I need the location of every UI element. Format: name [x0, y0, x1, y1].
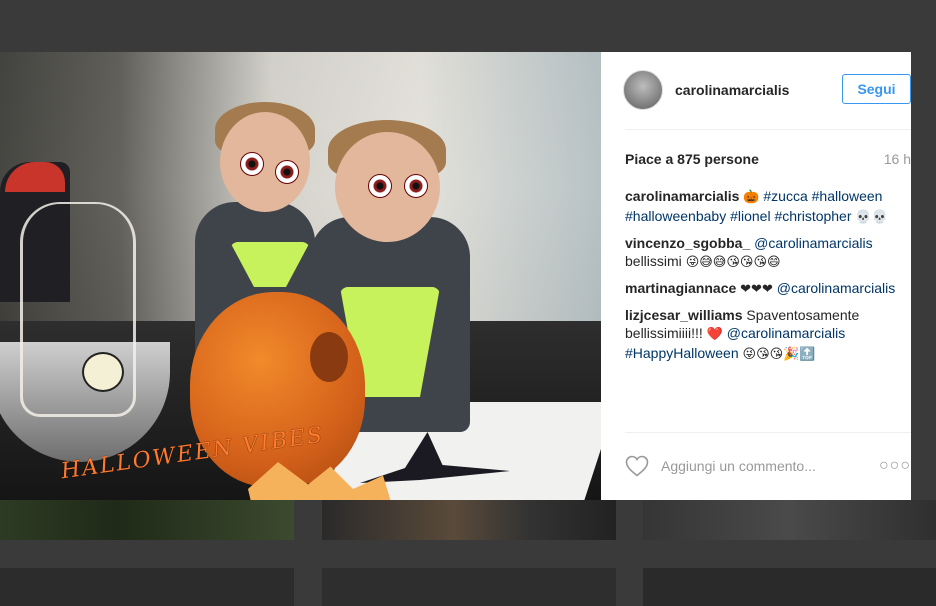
post-header: carolinamarcialis Segui: [623, 68, 911, 112]
comment-text: bellissimi: [625, 253, 682, 269]
photo-eye-sticker: [368, 174, 392, 198]
comment-link[interactable]: @carolinamarcialis: [777, 280, 895, 296]
grid-thumbnail[interactable]: [322, 500, 616, 540]
divider: [625, 432, 911, 433]
comment-emoji: 😜😘😘🎉🔝: [742, 347, 816, 362]
comment-item: vincenzo_sgobba_ @carolinamarcialis bell…: [625, 234, 911, 272]
comment-link[interactable]: #HappyHalloween: [625, 345, 739, 361]
grid-thumbnail[interactable]: [643, 568, 936, 606]
comments-list: carolinamarcialis 🎃 #zucca #halloween #h…: [625, 187, 911, 371]
grid-thumbnail[interactable]: [322, 568, 616, 606]
photo-face-left: [220, 112, 310, 212]
comment-author[interactable]: lizjcesar_williams: [625, 307, 743, 323]
comment-item: carolinamarcialis 🎃 #zucca #halloween #h…: [625, 187, 911, 227]
comment-link[interactable]: #christopher: [774, 208, 851, 224]
comment-emoji: 😜😅😅😘😘😘😄: [685, 255, 781, 270]
comment-emoji: ❤️: [706, 327, 723, 342]
comment-link[interactable]: #lionel: [730, 208, 770, 224]
photo-eye-sticker: [240, 152, 264, 176]
comment-emoji: ❤❤❤: [740, 282, 773, 297]
likes-row: Piace a 875 persone 16 h: [625, 151, 911, 167]
avatar[interactable]: [623, 70, 663, 110]
grid-thumbnail[interactable]: [643, 500, 936, 540]
grid-thumbnail[interactable]: [0, 568, 294, 606]
photo-skull-sticker: [82, 352, 124, 392]
post-timestamp[interactable]: 16 h: [884, 151, 911, 167]
comment-author[interactable]: carolinamarcialis: [625, 188, 739, 204]
post-photo[interactable]: HALLOWEEN VIBES: [0, 52, 601, 500]
add-comment-input[interactable]: Aggiungi un commento...: [661, 458, 879, 474]
heart-icon[interactable]: [625, 455, 649, 477]
photo-eye-sticker: [404, 174, 428, 198]
comment-item: lizjcesar_williams Spaventosamente belli…: [625, 306, 911, 364]
divider: [625, 129, 911, 130]
comment-footer: Aggiungi un commento... ○○○: [625, 454, 911, 478]
post-username[interactable]: carolinamarcialis: [675, 82, 789, 98]
photo-eye-sticker: [275, 160, 299, 184]
comment-author[interactable]: vincenzo_sgobba_: [625, 235, 750, 251]
comment-emoji: 💀💀: [855, 210, 888, 225]
comment-emoji: 🎃: [743, 190, 760, 205]
comment-author[interactable]: martinagiannace: [625, 280, 736, 296]
more-options-icon[interactable]: ○○○: [879, 457, 911, 475]
post-sidebar: carolinamarcialis Segui Piace a 875 pers…: [601, 52, 911, 500]
photo-pumpkin-hole: [310, 332, 348, 382]
comment-link[interactable]: @carolinamarcialis: [727, 325, 845, 341]
follow-button[interactable]: Segui: [842, 74, 911, 104]
comment-link[interactable]: #halloween: [812, 188, 883, 204]
comment-link[interactable]: @carolinamarcialis: [754, 235, 872, 251]
comment-link[interactable]: #zucca: [763, 188, 807, 204]
likes-count[interactable]: Piace a 875 persone: [625, 151, 759, 167]
post-modal: HALLOWEEN VIBES carolinamarcialis Segui …: [0, 52, 911, 500]
comment-link[interactable]: #halloweenbaby: [625, 208, 726, 224]
comment-item: martinagiannace ❤❤❤ @carolinamarcialis: [625, 279, 911, 299]
grid-thumbnail[interactable]: [0, 500, 294, 540]
